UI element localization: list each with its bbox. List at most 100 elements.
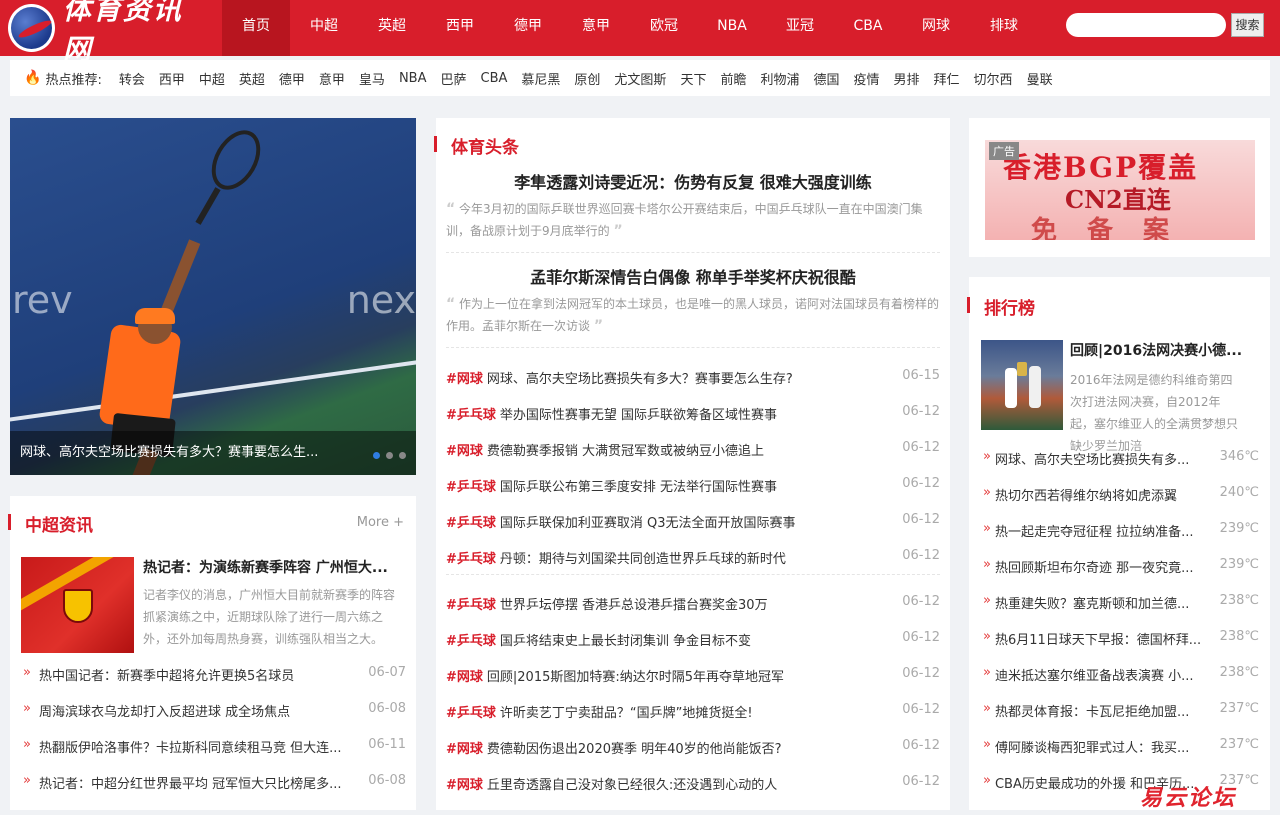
- site-logo[interactable]: 体育资讯网: [8, 0, 208, 66]
- hot-tag[interactable]: 德国: [813, 69, 839, 88]
- news-row[interactable]: #乒乓球 国乒将结束史上最长封闭集训 争金目标不变 06-12: [446, 630, 940, 649]
- hot-tag[interactable]: 原创: [574, 69, 600, 88]
- hot-tag[interactable]: 利物浦: [760, 69, 799, 88]
- logo-text: 体育资讯网: [62, 0, 183, 66]
- nav-bundesliga[interactable]: 德甲: [494, 0, 562, 56]
- hot-tag[interactable]: 切尔西: [974, 69, 1013, 88]
- hot-tag[interactable]: 意甲: [319, 69, 345, 88]
- ranking-item[interactable]: » 热 都灵体育报：卡瓦尼拒绝加盟... 237℃: [983, 701, 1259, 720]
- csl-feature-image[interactable]: [21, 557, 134, 653]
- category-tag[interactable]: #乒乓球: [446, 594, 496, 613]
- category-tag[interactable]: #乒乓球: [446, 404, 496, 423]
- nav-home[interactable]: 首页: [222, 0, 290, 56]
- news-row[interactable]: #乒乓球 世界乒坛停摆 香港乒总设港乒擂台赛奖金30万 06-12: [446, 594, 940, 613]
- arrow-icon: »: [23, 737, 31, 752]
- list-item[interactable]: » 热 记者：中超分红世界最平均 冠军恒大只比榜尾多... 06-08: [23, 773, 406, 792]
- category-tag[interactable]: #网球: [446, 440, 483, 459]
- forum-watermark: 易云论坛: [1140, 785, 1237, 811]
- hot-tag[interactable]: 慕尼黑: [521, 69, 560, 88]
- nav-afc[interactable]: 亚冠: [766, 0, 834, 56]
- category-tag[interactable]: #乒乓球: [446, 630, 496, 649]
- carousel-next-button[interactable]: nex: [347, 278, 416, 322]
- list-item[interactable]: » 热 翻版伊哈洛事件？卡拉斯科同意续租马竞 但大连... 06-11: [23, 737, 406, 756]
- ranking-item[interactable]: » 迪米抵达塞尔维亚备战表演赛 小... 238℃: [983, 665, 1259, 684]
- category-tag[interactable]: #乒乓球: [446, 702, 496, 721]
- top-story-summary: “ 作为上一位在拿到法网冠军的本土球员，也是唯一的黑人球员，诺阿对法国球员有着榜…: [446, 296, 940, 334]
- ranking-item[interactable]: » 热 6月11日球天下早报：德国杯拜... 238℃: [983, 629, 1259, 648]
- hot-tag[interactable]: NBA: [399, 71, 427, 86]
- top-story-title[interactable]: 孟菲尔斯深情告白偶像 称单手举奖杯庆祝很酷: [446, 264, 940, 288]
- hot-tag[interactable]: 天下: [680, 69, 706, 88]
- list-item[interactable]: » 周海滨球衣乌龙却打入反超进球 成全场焦点 06-08: [23, 701, 406, 720]
- hot-tag[interactable]: CBA: [481, 71, 508, 86]
- category-tag[interactable]: #网球: [446, 666, 483, 685]
- ranking-item[interactable]: » 热 切尔西若得维尔纳将如虎添翼 240℃: [983, 485, 1259, 504]
- category-tag[interactable]: #乒乓球: [446, 548, 496, 567]
- arrow-icon: »: [983, 521, 991, 536]
- category-tag[interactable]: #乒乓球: [446, 512, 496, 531]
- search-input[interactable]: [1066, 13, 1226, 37]
- carousel-dot[interactable]: [386, 452, 393, 459]
- carousel-prev-button[interactable]: rev: [12, 278, 73, 322]
- hero-carousel[interactable]: rev nex 网球、高尔夫空场比赛损失有多大？赛事要怎么生...: [10, 118, 416, 475]
- news-row[interactable]: #乒乓球 丹顿：期待与刘国梁共同创造世界乒乓球的新时代 06-12: [446, 548, 940, 567]
- nav-la-liga[interactable]: 西甲: [426, 0, 494, 56]
- news-row[interactable]: #网球 网球、高尔夫空场比赛损失有多大？赛事要怎么生存? 06-15: [446, 368, 940, 387]
- arrow-icon: »: [983, 593, 991, 608]
- carousel-dot[interactable]: [373, 452, 380, 459]
- hot-tag[interactable]: 拜仁: [934, 69, 960, 88]
- nav-premier-league[interactable]: 英超: [358, 0, 426, 56]
- csl-news-panel: 中超资讯 More + 热记者：为演练新赛季阵容 广州恒大... 记者李仪的消息…: [8, 496, 416, 810]
- news-row[interactable]: #乒乓球 许昕卖艺丁宁卖甜品？“国乒牌”地摊货挺全! 06-12: [446, 702, 940, 721]
- hot-tag[interactable]: 尤文图斯: [614, 69, 666, 88]
- category-tag[interactable]: #网球: [446, 738, 483, 757]
- ranking-item[interactable]: » 热 重建失败？塞克斯顿和加兰德... 238℃: [983, 593, 1259, 612]
- hot-tag[interactable]: 转会: [119, 69, 145, 88]
- hot-tag[interactable]: 德甲: [279, 69, 305, 88]
- ranking-feature-title[interactable]: 回顾|2016法网决赛小德...: [1070, 340, 1258, 360]
- carousel-dot[interactable]: [399, 452, 406, 459]
- ranking-item[interactable]: » 网球、高尔夫空场比赛损失有多... 346℃: [983, 449, 1259, 468]
- category-tag[interactable]: #乒乓球: [446, 476, 496, 495]
- ranking-item[interactable]: » 热 回顾斯坦布尔奇迹 那一夜究竟... 239℃: [983, 557, 1259, 576]
- nav-csl[interactable]: 中超: [290, 0, 358, 56]
- hot-tag[interactable]: 皇马: [359, 69, 385, 88]
- hot-tag[interactable]: 中超: [199, 69, 225, 88]
- arrow-icon: »: [983, 773, 991, 788]
- nav-serie-a[interactable]: 意甲: [562, 0, 630, 56]
- news-row[interactable]: #乒乓球 举办国际性赛事无望 国际乒联欲筹备区域性赛事 06-12: [446, 404, 940, 423]
- nav-volleyball[interactable]: 排球: [970, 0, 1038, 56]
- news-row[interactable]: #网球 丘里奇透露自己没对象已经很久:还没遇到心动的人 06-12: [446, 774, 940, 793]
- quote-open-icon: “: [446, 296, 456, 312]
- hot-tag[interactable]: 前瞻: [720, 69, 746, 88]
- news-row[interactable]: #乒乓球 国际乒联保加利亚赛取消 Q3无法全面开放国际赛事 06-12: [446, 512, 940, 531]
- ad-badge: 广告: [989, 142, 1019, 160]
- category-tag[interactable]: #网球: [446, 368, 483, 387]
- hot-tag[interactable]: 疫情: [854, 69, 880, 88]
- category-tag[interactable]: #网球: [446, 774, 483, 793]
- list-item[interactable]: » 热 中国记者：新赛季中超将允许更换5名球员 06-07: [23, 665, 406, 684]
- top-story-title[interactable]: 李隼透露刘诗雯近况：伤势有反复 很难大强度训练: [446, 169, 940, 193]
- news-row[interactable]: #网球 费德勒因伤退出2020赛季 明年40岁的他尚能饭否? 06-12: [446, 738, 940, 757]
- search-button[interactable]: 搜索: [1231, 13, 1264, 37]
- hot-tag[interactable]: 西甲: [159, 69, 185, 88]
- news-row[interactable]: #网球 费德勒赛季报销 大满贯冠军数或被纳豆小德追上 06-12: [446, 440, 940, 459]
- ad-banner[interactable]: 香港BGP覆盖 CN2直连 免备案 广告: [985, 140, 1255, 240]
- news-row[interactable]: #网球 回顾|2015斯图加特赛:纳达尔时隔5年再夺草地冠军 06-12: [446, 666, 940, 685]
- nav-nba[interactable]: NBA: [698, 0, 766, 56]
- news-row[interactable]: #乒乓球 国际乒联公布第三季度安排 无法举行国际性赛事 06-12: [446, 476, 940, 495]
- hot-tag[interactable]: 男排: [894, 69, 920, 88]
- csl-feature-title[interactable]: 热记者：为演练新赛季阵容 广州恒大...: [143, 557, 409, 577]
- nav-champions-league[interactable]: 欧冠: [630, 0, 698, 56]
- ranking-item[interactable]: » 傅阿滕谈梅西犯罪式过人：我买... 237℃: [983, 737, 1259, 756]
- ranking-item[interactable]: » 热 一起走完夺冠征程 拉拉纳准备... 239℃: [983, 521, 1259, 540]
- nav-cba[interactable]: CBA: [834, 0, 902, 56]
- more-link[interactable]: More +: [357, 515, 404, 530]
- quote-close-icon: ”: [593, 318, 604, 334]
- carousel-caption[interactable]: 网球、高尔夫空场比赛损失有多大？赛事要怎么生...: [10, 431, 416, 475]
- ranking-feature-image[interactable]: [981, 340, 1063, 430]
- hot-tag[interactable]: 英超: [239, 69, 265, 88]
- hot-tag[interactable]: 曼联: [1027, 69, 1053, 88]
- nav-tennis[interactable]: 网球: [902, 0, 970, 56]
- hot-tag[interactable]: 巴萨: [440, 69, 466, 88]
